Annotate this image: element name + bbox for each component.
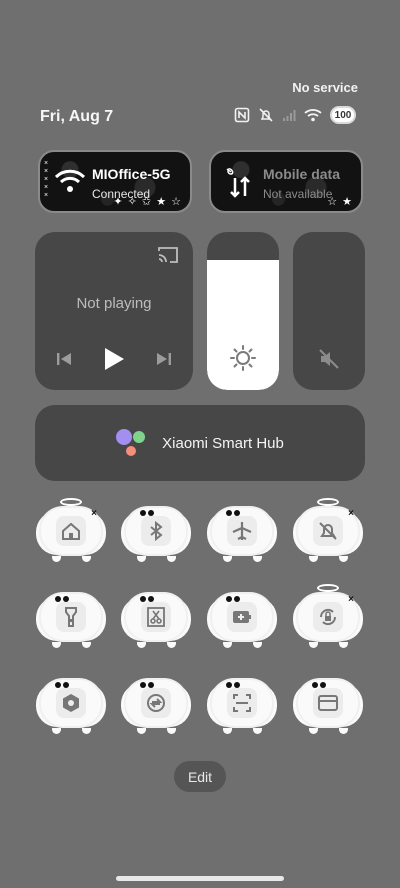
control-airplane-mode[interactable] [212, 508, 272, 562]
tile-feet-decoration [41, 728, 101, 734]
control-settings[interactable] [41, 680, 101, 734]
tile-feet-decoration [126, 556, 186, 562]
control-cards[interactable] [298, 680, 358, 734]
control-battery-saver[interactable] [212, 594, 272, 648]
halo-decoration [60, 498, 82, 506]
bow-decoration [140, 510, 154, 516]
sun-icon [230, 345, 256, 371]
nfc-icon [234, 107, 250, 123]
control-tile-background [41, 594, 101, 640]
x-decoration: × [91, 508, 97, 519]
control-do-not-disturb[interactable]: × [298, 498, 358, 562]
star-decoration: ✦ ✧ ✩ ★ ☆ [113, 196, 182, 208]
sync-icon [147, 694, 165, 712]
smart-hub-button[interactable]: Xiaomi Smart Hub [35, 405, 365, 481]
wifi-network-name: MIOffice-5G [92, 166, 171, 182]
date-label: Fri, Aug 7 [40, 108, 114, 125]
control-bluetooth[interactable] [126, 508, 186, 562]
halo-decoration [317, 498, 339, 506]
status-icons: 100 [234, 106, 356, 124]
mobile-data-status: Not available [263, 187, 333, 201]
rotation-lock-icon [319, 608, 337, 626]
control-screenshot[interactable] [126, 594, 186, 648]
scan-icon [233, 694, 251, 712]
bow-decoration [226, 510, 240, 516]
home-icon [62, 522, 80, 540]
tile-feet-decoration [298, 556, 358, 562]
previous-icon[interactable] [55, 350, 73, 368]
media-status: Not playing [76, 295, 152, 312]
mobile-data-toggle[interactable]: Mobile data Not available ☆ ★ [209, 150, 363, 213]
tile-feet-decoration [298, 728, 358, 734]
silent-icon [259, 108, 273, 122]
control-tile-background [41, 680, 101, 726]
smart-hub-label: Xiaomi Smart Hub [162, 434, 284, 452]
control-tile-background [212, 594, 272, 640]
card-icon [318, 695, 338, 711]
wifi-icon [54, 169, 86, 192]
airplane-icon [232, 522, 252, 540]
scissors-screenshot-icon [147, 607, 165, 627]
control-tile-background [298, 680, 358, 726]
media-player[interactable]: Not playing [35, 232, 193, 390]
halo-decoration [317, 584, 339, 592]
bell-off-icon [319, 522, 337, 540]
bow-decoration [312, 682, 326, 688]
bow-decoration [55, 596, 69, 602]
bow-decoration [226, 596, 240, 602]
tile-feet-decoration [298, 642, 358, 648]
carrier-status: No service [292, 80, 358, 95]
bluetooth-icon [150, 520, 163, 542]
tile-feet-decoration [212, 556, 272, 562]
home-indicator[interactable] [116, 876, 284, 881]
mute-icon [319, 349, 339, 369]
x-decoration: × [348, 594, 354, 605]
x-decoration: × [348, 508, 354, 519]
control-home[interactable]: × [41, 498, 101, 562]
battery-icon: 100 [330, 106, 356, 124]
tile-feet-decoration [212, 642, 272, 648]
tile-feet-decoration [126, 728, 186, 734]
wifi-toggle[interactable]: × × × × × MIOffice-5G Connected ✦ ✧ ✩ ★ ☆ [38, 150, 192, 213]
volume-slider[interactable] [293, 232, 365, 390]
tile-feet-decoration [126, 642, 186, 648]
control-rotation-lock[interactable]: × [298, 584, 358, 648]
control-scanner[interactable] [212, 680, 272, 734]
x-decoration: × × × × × [44, 160, 49, 199]
control-tile-background [212, 508, 272, 554]
control-tile-background [126, 594, 186, 640]
tile-feet-decoration [41, 642, 101, 648]
control-tile-background [126, 680, 186, 726]
battery-plus-icon [233, 611, 251, 623]
control-tile-background [212, 680, 272, 726]
edit-button[interactable]: Edit [174, 761, 226, 792]
bow-decoration [226, 682, 240, 688]
hexagon-settings-icon [63, 694, 79, 712]
cast-icon[interactable] [157, 246, 179, 264]
control-tile-background [126, 508, 186, 554]
mobile-data-icon [226, 168, 250, 198]
play-icon[interactable] [102, 346, 126, 372]
tile-feet-decoration [41, 556, 101, 562]
flashlight-icon [65, 607, 77, 627]
tile-feet-decoration [212, 728, 272, 734]
next-icon[interactable] [155, 350, 173, 368]
control-flashlight[interactable] [41, 594, 101, 648]
wifi-icon [304, 109, 322, 122]
bow-decoration [55, 682, 69, 688]
bow-decoration [140, 596, 154, 602]
brightness-slider[interactable] [207, 232, 279, 390]
smart-hub-icon [116, 427, 148, 459]
bow-decoration [140, 682, 154, 688]
control-sync[interactable] [126, 680, 186, 734]
mobile-data-label: Mobile data [263, 166, 341, 182]
signal-icon [283, 110, 296, 121]
star-decoration: ☆ ★ [327, 196, 353, 208]
